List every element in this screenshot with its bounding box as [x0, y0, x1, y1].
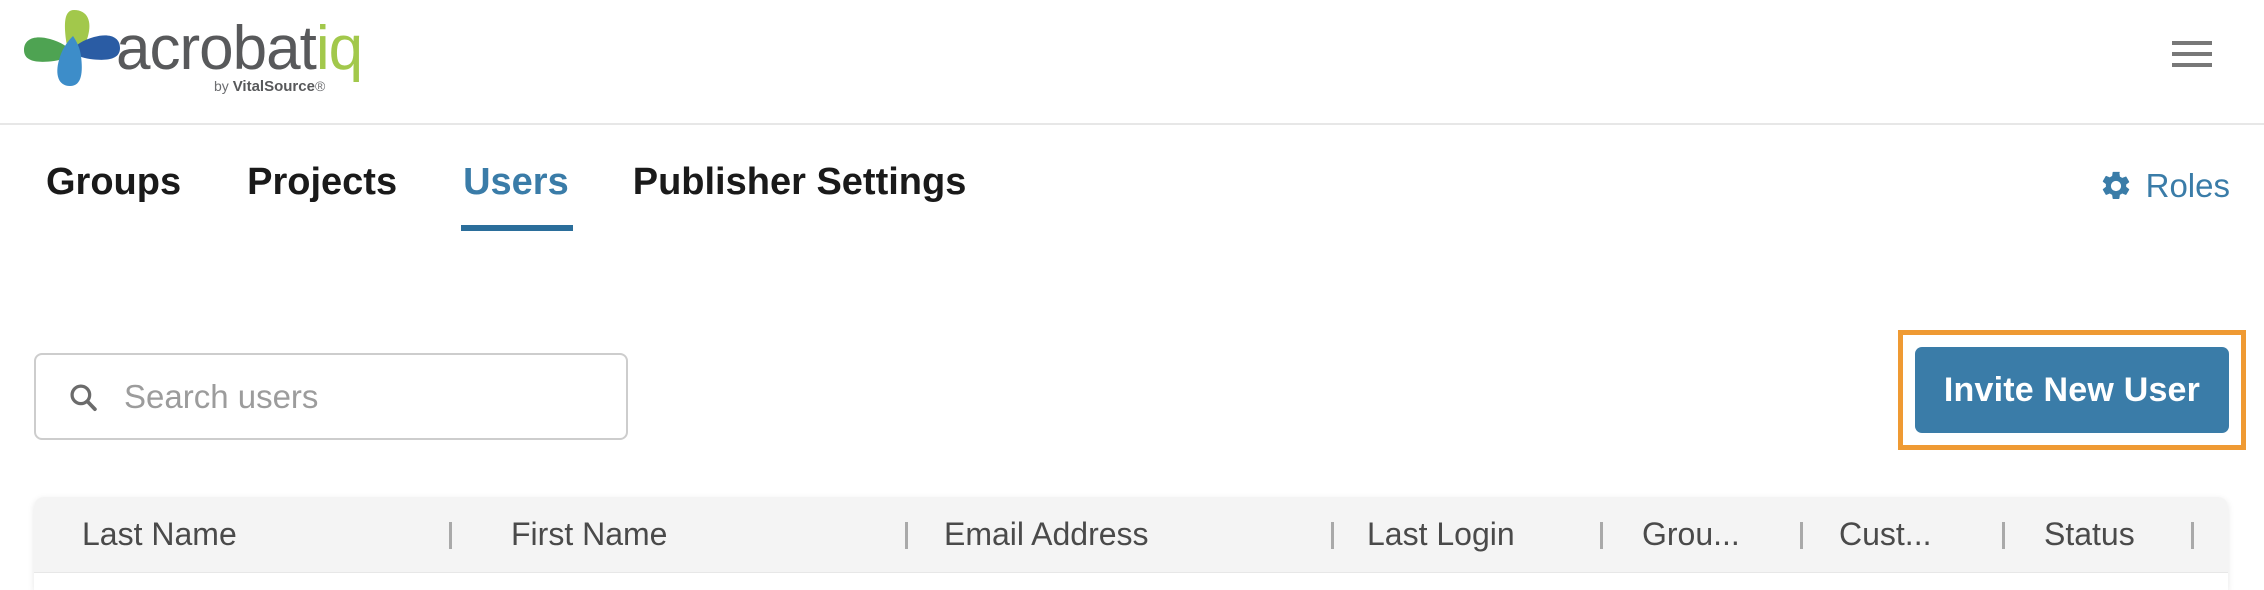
- column-divider[interactable]: [2191, 522, 2194, 549]
- invite-new-user-highlight: Invite New User: [1898, 330, 2246, 450]
- users-table: Last Name First Name Email Address Last …: [34, 497, 2228, 590]
- hamburger-menu-icon[interactable]: [2172, 41, 2212, 71]
- column-header-status[interactable]: Status: [2044, 497, 2135, 572]
- column-header-last-name[interactable]: Last Name: [82, 497, 237, 572]
- tab-groups[interactable]: Groups: [46, 161, 181, 231]
- logo-byline-suffix: ®: [314, 78, 326, 94]
- column-divider[interactable]: [1600, 522, 1603, 549]
- roles-link[interactable]: Roles: [2099, 167, 2230, 205]
- column-divider[interactable]: [2002, 522, 2005, 549]
- search-input[interactable]: [122, 370, 566, 423]
- users-table-body: [34, 573, 2228, 590]
- column-divider[interactable]: [905, 522, 908, 549]
- hamburger-bar: [2172, 41, 2212, 45]
- tab-list: Groups Projects Users Publisher Settings: [46, 161, 966, 231]
- pinwheel-logo-icon: [24, 10, 120, 86]
- nav-bar: Groups Projects Users Publisher Settings…: [0, 125, 2264, 285]
- logo-wordmark-accent: iq: [315, 14, 363, 83]
- roles-label: Roles: [2145, 167, 2230, 204]
- logo-byline-prefix: by: [214, 78, 233, 94]
- column-header-customer[interactable]: Cust...: [1839, 497, 1931, 572]
- column-header-groups[interactable]: Grou...: [1642, 497, 1740, 572]
- hamburger-bar: [2172, 63, 2212, 67]
- app-header: acrobatiq by VitalSource®: [0, 0, 2264, 125]
- search-icon: [70, 383, 97, 411]
- tab-projects[interactable]: Projects: [247, 161, 397, 231]
- column-divider[interactable]: [449, 522, 452, 549]
- column-divider[interactable]: [1331, 522, 1334, 549]
- gear-icon: [2102, 171, 2129, 199]
- tab-publisher-settings[interactable]: Publisher Settings: [633, 161, 967, 231]
- invite-new-user-button[interactable]: Invite New User: [1915, 347, 2229, 433]
- logo-byline: by VitalSource®: [214, 78, 325, 95]
- column-header-last-login[interactable]: Last Login: [1367, 497, 1515, 572]
- column-header-email-address[interactable]: Email Address: [944, 497, 1149, 572]
- column-header-first-name[interactable]: First Name: [511, 497, 667, 572]
- tab-users[interactable]: Users: [461, 161, 573, 231]
- users-table-header-row: Last Name First Name Email Address Last …: [34, 497, 2228, 573]
- column-divider[interactable]: [1800, 522, 1803, 549]
- logo-wordmark-main: acrobat: [116, 14, 317, 83]
- logo-byline-brand: VitalSource: [232, 78, 315, 95]
- logo-wordmark: acrobatiq: [116, 18, 363, 80]
- users-toolbar: Invite New User: [0, 285, 2264, 485]
- search-box[interactable]: [34, 353, 628, 440]
- hamburger-bar: [2172, 52, 2212, 56]
- brand-logo[interactable]: acrobatiq by VitalSource®: [18, 4, 398, 114]
